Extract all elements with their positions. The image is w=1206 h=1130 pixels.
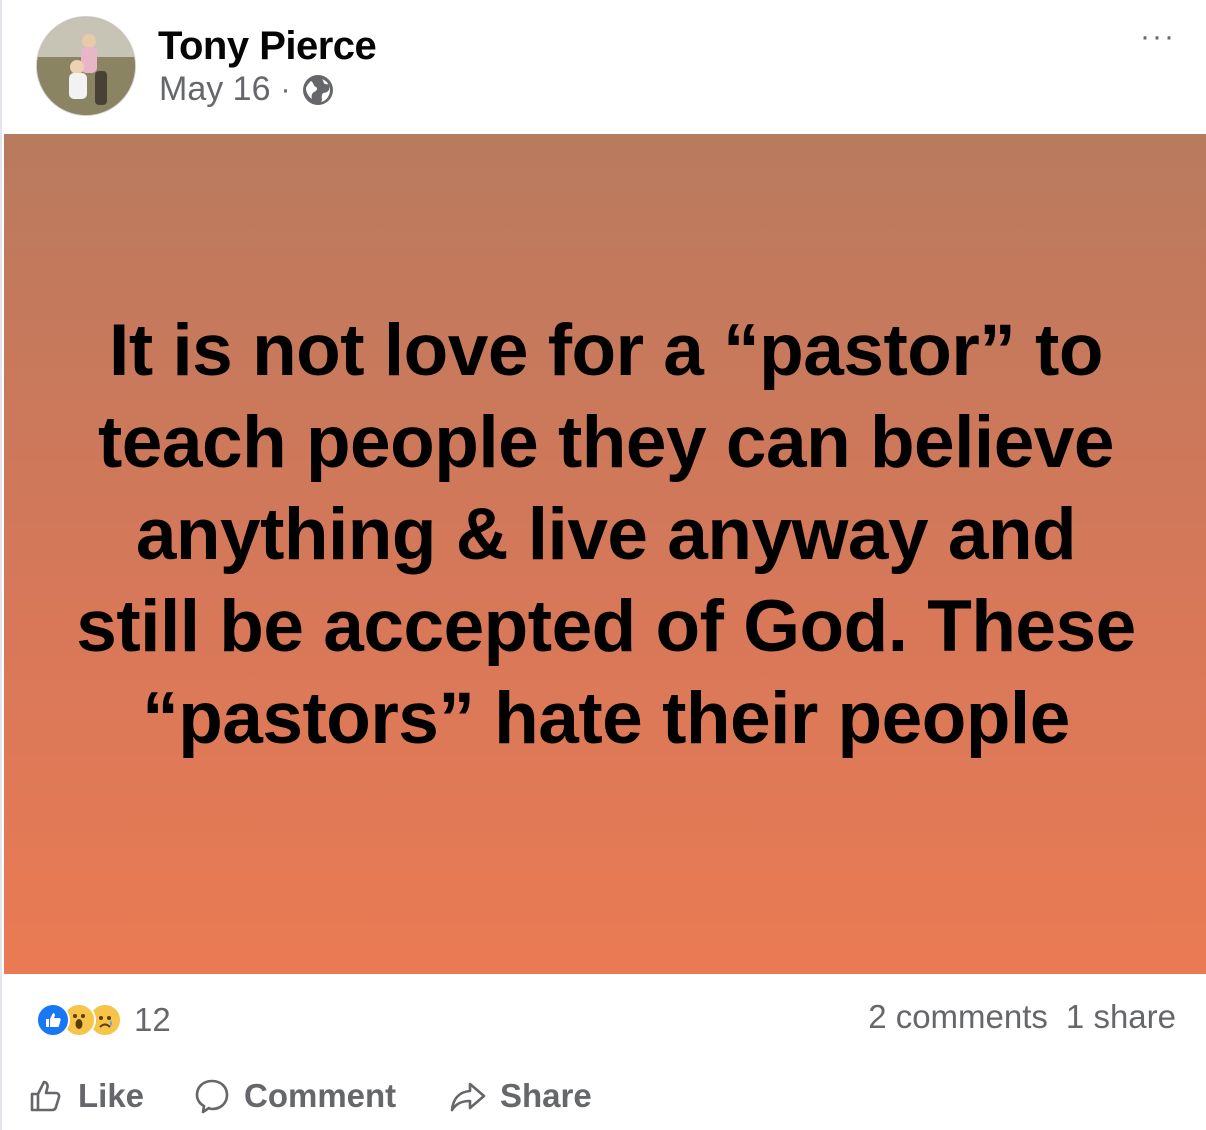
post-header: Tony Pierce May 16 · ···	[2, 0, 1206, 134]
share-button[interactable]: Share	[448, 1076, 592, 1116]
post-stats: 12 2 comments 1 share	[2, 974, 1206, 1054]
post-meta: May 16 ·	[159, 70, 335, 109]
like-label: Like	[78, 1077, 145, 1114]
post-date[interactable]: May 16	[159, 70, 271, 109]
comments-count-link[interactable]: 2 comments	[868, 998, 1048, 1036]
reactions-summary[interactable]: 12	[36, 1001, 171, 1039]
comment-label: Comment	[244, 1077, 397, 1114]
reaction-count: 12	[134, 1001, 171, 1038]
post-text: It is not love for a “pastor” to teach p…	[76, 310, 1136, 759]
facebook-post: Tony Pierce May 16 · ··· It is not love …	[0, 0, 1206, 1130]
comment-button[interactable]: Comment	[192, 1076, 396, 1116]
share-label: Share	[500, 1077, 592, 1114]
globe-icon[interactable]	[301, 73, 335, 107]
like-reaction-icon	[36, 1003, 70, 1037]
thumbs-up-icon	[30, 1080, 61, 1112]
more-options-button[interactable]: ···	[1140, 20, 1176, 54]
meta-separator: ·	[280, 72, 291, 106]
engagement-counts: 2 comments 1 share	[868, 998, 1176, 1036]
shares-count-link[interactable]: 1 share	[1066, 998, 1176, 1036]
like-button[interactable]: Like	[26, 1076, 144, 1116]
post-text-background: It is not love for a “pastor” to teach p…	[4, 134, 1206, 974]
comment-icon	[195, 1079, 229, 1114]
post-actions: Like Comment Share	[2, 1054, 1206, 1130]
author-name[interactable]: Tony Pierce	[158, 24, 377, 69]
share-arrow-icon	[450, 1082, 486, 1112]
author-avatar[interactable]	[36, 16, 136, 116]
avatar-photo	[37, 17, 135, 115]
